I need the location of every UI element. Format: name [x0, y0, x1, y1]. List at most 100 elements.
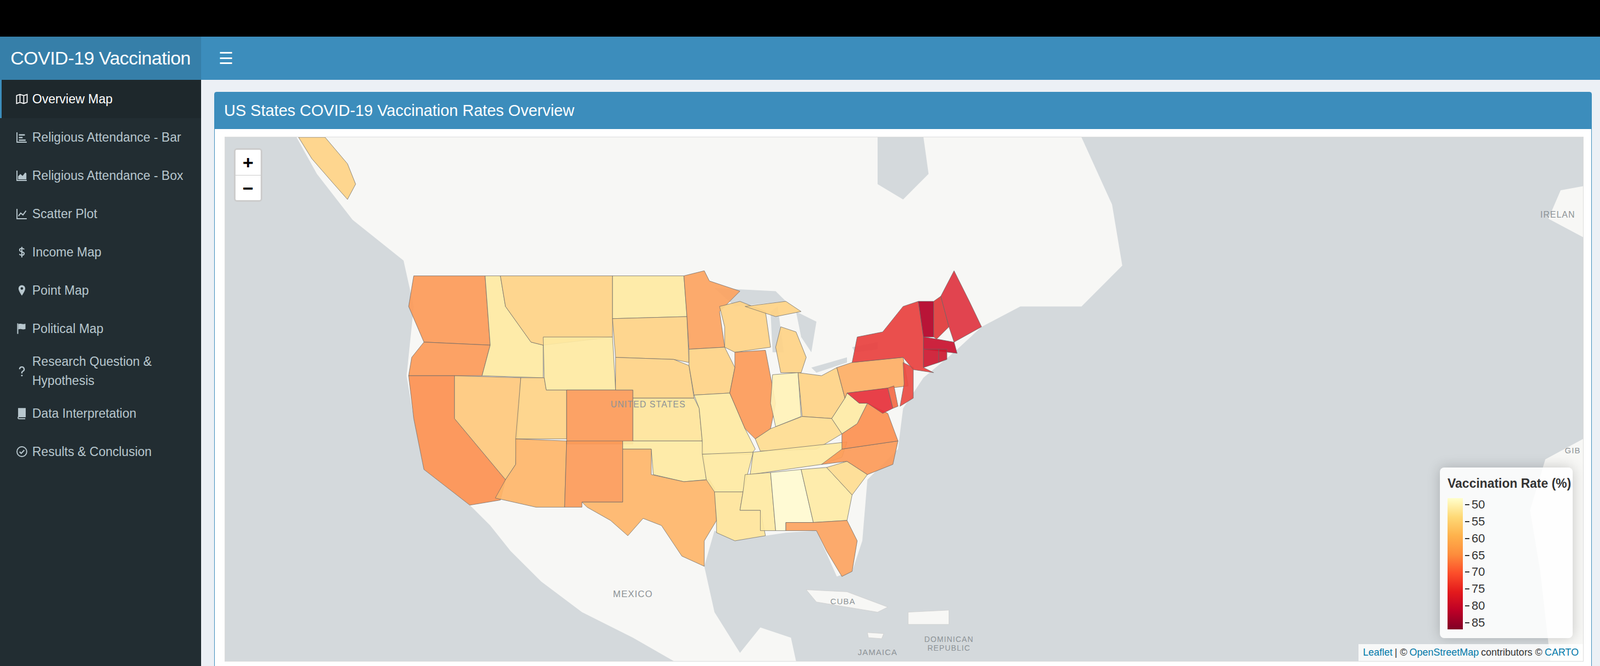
state-region[interactable]: [543, 336, 616, 390]
sidebar-item[interactable]: Scatter Plot: [0, 194, 202, 233]
sidebar-item[interactable]: Point Map: [0, 271, 202, 310]
legend-tick-label: 80: [1471, 599, 1485, 612]
state-region[interactable]: [495, 438, 567, 508]
top-header: COVID-19 Vaccination☰: [0, 36, 1600, 80]
sidebar-item[interactable]: Overview Map: [0, 79, 202, 119]
legend-tick-label: 85: [1471, 616, 1485, 629]
legend-tick: 85: [1465, 616, 1485, 629]
sidebar-item-label[interactable]: Research Question & Hypothesis: [32, 351, 195, 390]
check-circle-icon: [15, 445, 28, 458]
sidebar-item[interactable]: Research Question & Hypothesis: [0, 347, 202, 394]
sidebar-item-label[interactable]: Results & Conclusion: [32, 442, 152, 462]
sidebar-item[interactable]: Results & Conclusion: [0, 432, 202, 471]
state-region[interactable]: [851, 301, 934, 373]
state-region[interactable]: [940, 270, 982, 342]
question-icon: [15, 365, 28, 378]
state-region[interactable]: [454, 375, 521, 480]
box-title: US States COVID-19 Vaccination Rates Ove…: [214, 92, 1592, 129]
sidebar-item[interactable]: Income Map: [0, 232, 202, 272]
state-region[interactable]: [689, 346, 735, 396]
state-region[interactable]: [612, 275, 687, 319]
legend-tick: 75: [1465, 582, 1485, 595]
map-canvas[interactable]: UNITED STATESMEXICOCUBAJAMAICADOMINICANR…: [225, 137, 1584, 661]
legend-tick-label: 75: [1471, 582, 1485, 595]
state-region[interactable]: [744, 301, 802, 317]
content-area: US States COVID-19 Vaccination Rates Ove…: [201, 79, 1600, 666]
map-marker-icon: [15, 284, 28, 297]
state-region[interactable]: [408, 342, 491, 376]
place-label: CUBA: [830, 596, 856, 606]
legend-tick: 55: [1465, 515, 1485, 528]
state-region[interactable]: [500, 275, 613, 345]
place-label: JAMAICA: [857, 647, 898, 657]
state-region[interactable]: [887, 385, 899, 409]
legend-tick-label: 60: [1471, 532, 1485, 545]
sidebar-item-label[interactable]: Religious Attendance - Box: [32, 166, 184, 186]
sidebar-item-label[interactable]: Data Interpretation: [32, 403, 137, 423]
state-region[interactable]: [785, 520, 858, 577]
state-region[interactable]: [938, 349, 947, 363]
place-label: GIB: [1564, 445, 1581, 455]
zoom-out-button[interactable]: −: [235, 174, 261, 200]
sidebar-item-label[interactable]: Overview Map: [32, 89, 113, 109]
legend-tick: 50: [1465, 498, 1485, 511]
island: [867, 632, 884, 639]
state-region[interactable]: [566, 389, 633, 444]
page-body: Overview Map Religious Attendance - Bar Re…: [0, 79, 1600, 666]
sidebar-menu: Overview Map Religious Attendance - Bar Re…: [0, 79, 202, 471]
zoom-in-button[interactable]: +: [235, 149, 261, 175]
line-chart-icon: [15, 207, 28, 220]
menu-toggle[interactable]: ☰: [201, 36, 248, 80]
attribution-text: | ©: [1394, 644, 1408, 660]
sidebar-item-label[interactable]: Point Map: [32, 280, 90, 300]
state-region[interactable]: [564, 440, 623, 507]
attribution-text: contributors ©: [1480, 644, 1543, 660]
state-region[interactable]: [900, 362, 914, 407]
map[interactable]: UNITED STATESMEXICOCUBAJAMAICADOMINICANR…: [224, 136, 1584, 662]
state-region[interactable]: [615, 357, 695, 399]
sidebar-item[interactable]: Political Map: [0, 309, 202, 348]
map-attribution: Leaflet| ©OpenStreetMapcontributors ©CAR…: [1358, 643, 1584, 661]
area-chart-icon: [15, 169, 28, 182]
place-label: DOMINICAN: [924, 634, 974, 644]
legend-gradient: [1447, 497, 1463, 629]
state-region[interactable]: [408, 275, 491, 345]
legend-tick-label: 55: [1471, 515, 1485, 528]
attribution-link[interactable]: Leaflet: [1362, 644, 1393, 660]
state-region[interactable]: [923, 349, 939, 368]
sidebar-item-label[interactable]: Scatter Plot: [32, 204, 98, 224]
state-region[interactable]: [846, 387, 893, 414]
sidebar-item[interactable]: Religious Attendance - Bar: [0, 118, 202, 157]
sidebar-item[interactable]: Religious Attendance - Box: [0, 156, 202, 195]
island: [806, 589, 888, 613]
attribution-link[interactable]: OpenStreetMap: [1409, 644, 1479, 660]
sidebar-item-label[interactable]: Income Map: [32, 242, 102, 262]
sidebar-item[interactable]: Data Interpretation: [0, 393, 202, 433]
state-region[interactable]: [298, 137, 356, 200]
legend-tick: 60: [1465, 532, 1485, 545]
legend-scale: 50 55 60 65 70 75 80 85: [1447, 497, 1566, 629]
state-region[interactable]: [581, 448, 717, 566]
legend-tick-label: 70: [1471, 565, 1485, 578]
legend-title: Vaccination Rate (%): [1447, 473, 1566, 493]
map-box: US States COVID-19 Vaccination Rates Ove…: [214, 91, 1592, 666]
water: [877, 137, 929, 200]
legend-tick: 65: [1465, 549, 1485, 562]
place-label: MEXICO: [613, 588, 654, 599]
flag-icon: [15, 322, 28, 335]
state-region[interactable]: [739, 472, 776, 531]
place-label: REPUBLIC: [927, 643, 971, 652]
state-region[interactable]: [612, 316, 690, 363]
app-logo[interactable]: COVID-19 Vaccination: [0, 36, 202, 80]
place-label: IRELAN: [1540, 209, 1576, 220]
sidebar-item-label[interactable]: Religious Attendance - Bar: [32, 127, 181, 147]
map-icon: [15, 92, 28, 105]
state-region[interactable]: [918, 301, 934, 337]
sidebar-item-label[interactable]: Political Map: [32, 319, 104, 339]
state-region[interactable]: [729, 350, 776, 439]
island: [908, 609, 950, 625]
legend-tick-label: 65: [1471, 549, 1485, 562]
sidebar: Overview Map Religious Attendance - Bar Re…: [0, 79, 202, 666]
attribution-link[interactable]: CARTO: [1544, 644, 1579, 660]
state-region[interactable]: [775, 326, 807, 373]
